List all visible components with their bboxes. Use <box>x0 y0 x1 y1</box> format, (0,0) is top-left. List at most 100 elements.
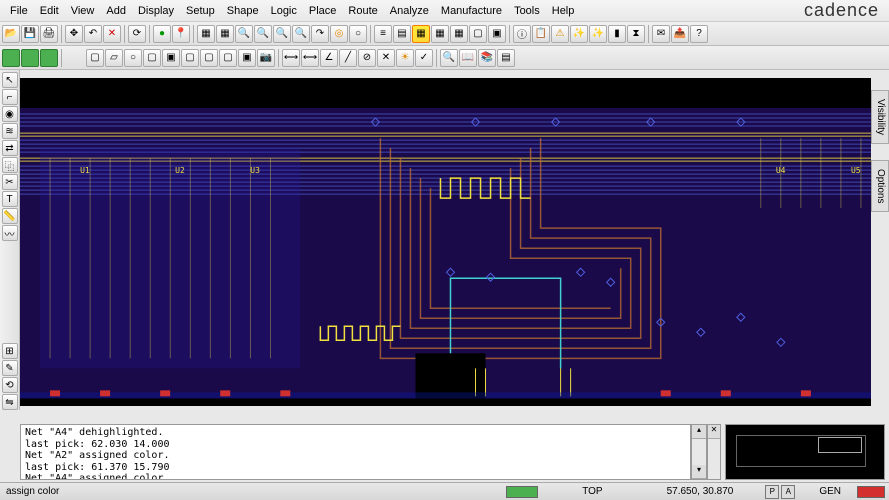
constraint-icon[interactable]: ▦ <box>450 25 468 43</box>
measure-icon[interactable]: 📏 <box>2 208 18 224</box>
world-view[interactable] <box>725 424 885 480</box>
line-icon[interactable]: ╱ <box>339 49 357 67</box>
grid2-icon[interactable]: ▦ <box>216 25 234 43</box>
status-drc-indicator[interactable] <box>857 486 885 498</box>
info-icon[interactable]: ⓘ <box>513 25 531 43</box>
snap-icon[interactable]: ⊞ <box>2 343 18 359</box>
mirror-icon[interactable]: ⇋ <box>2 394 18 410</box>
console-close[interactable]: ✕ <box>707 424 721 480</box>
net-icon[interactable]: ≋ <box>2 123 18 139</box>
circle-icon[interactable]: ○ <box>349 25 367 43</box>
book2-icon[interactable]: 📚 <box>478 49 496 67</box>
undo-icon[interactable]: ↶ <box>84 25 102 43</box>
redo-icon[interactable]: ↷ <box>311 25 329 43</box>
export-icon[interactable]: 📤 <box>671 25 689 43</box>
pcb-canvas[interactable]: U1U2U3 U4U5 <box>20 78 871 406</box>
menu-help[interactable]: Help <box>546 3 581 19</box>
highlight-icon[interactable]: ● <box>153 25 171 43</box>
wand-icon[interactable]: ✨ <box>570 25 588 43</box>
zoom-prev-icon[interactable]: 🔍 <box>292 25 310 43</box>
menu-add[interactable]: Add <box>100 3 132 19</box>
scroll-down-icon[interactable]: ▾ <box>692 465 706 479</box>
hourglass-icon[interactable]: ⧗ <box>627 25 645 43</box>
zoom-fit-icon[interactable]: 🔍 <box>235 25 253 43</box>
open-icon[interactable]: 📂 <box>2 25 20 43</box>
camera-icon[interactable]: 📷 <box>257 49 275 67</box>
grid-icon[interactable]: ▦ <box>197 25 215 43</box>
menu-display[interactable]: Display <box>132 3 180 19</box>
list-icon[interactable]: ≡ <box>374 25 392 43</box>
book-icon[interactable]: 📖 <box>459 49 477 67</box>
assign-color-icon[interactable]: ▦ <box>412 25 430 43</box>
scroll-up-icon[interactable]: ▴ <box>692 425 706 439</box>
search-icon[interactable]: 🔍 <box>440 49 458 67</box>
shape-fill3-icon[interactable] <box>40 49 58 67</box>
cross-icon[interactable]: ✕ <box>377 49 395 67</box>
menu-route[interactable]: Route <box>342 3 383 19</box>
menu-file[interactable]: File <box>4 3 34 19</box>
text-icon[interactable]: T <box>2 191 18 207</box>
rect-icon[interactable]: ▢ <box>86 49 104 67</box>
rect6-icon[interactable]: ▢ <box>219 49 237 67</box>
via-icon[interactable]: ◉ <box>2 106 18 122</box>
menu-analyze[interactable]: Analyze <box>384 3 435 19</box>
close-icon[interactable]: ✕ <box>708 425 720 439</box>
target-icon[interactable]: ◎ <box>330 25 348 43</box>
poly-icon[interactable]: ▱ <box>105 49 123 67</box>
rect7-icon[interactable]: ▣ <box>238 49 256 67</box>
rotate-icon[interactable]: ⟲ <box>2 377 18 393</box>
delete-icon[interactable]: ✂ <box>2 174 18 190</box>
menu-logic[interactable]: Logic <box>265 3 303 19</box>
status-layer[interactable]: TOP <box>542 486 642 497</box>
edit-icon[interactable]: ✎ <box>2 360 18 376</box>
status-p-button[interactable]: P <box>765 485 779 499</box>
slide-icon[interactable]: ⇄ <box>2 140 18 156</box>
menu-place[interactable]: Place <box>303 3 343 19</box>
save-icon[interactable]: 💾 <box>21 25 39 43</box>
help-icon[interactable]: ? <box>690 25 708 43</box>
rect2-icon[interactable]: ▢ <box>143 49 161 67</box>
zoom-in-icon[interactable]: 🔍 <box>254 25 272 43</box>
tab-visibility[interactable]: Visibility <box>871 90 889 144</box>
highlight2-icon[interactable]: ✨ <box>589 25 607 43</box>
noline-icon[interactable]: ⊘ <box>358 49 376 67</box>
mail-icon[interactable]: ✉ <box>652 25 670 43</box>
move-icon[interactable]: ✥ <box>65 25 83 43</box>
report-icon[interactable]: 📋 <box>532 25 550 43</box>
circle2-icon[interactable]: ○ <box>124 49 142 67</box>
print-icon[interactable]: 🖨 <box>40 25 58 43</box>
menu-tools[interactable]: Tools <box>508 3 546 19</box>
select-icon[interactable]: ↖ <box>2 72 18 88</box>
command-console[interactable]: Net "A4" dehighlighted. last pick: 62.03… <box>20 424 691 480</box>
shape-fill2-icon[interactable] <box>21 49 39 67</box>
rect3-icon[interactable]: ▣ <box>162 49 180 67</box>
menu-setup[interactable]: Setup <box>180 3 221 19</box>
cline-icon[interactable]: 〰 <box>2 225 18 241</box>
menu-shape[interactable]: Shape <box>221 3 265 19</box>
window2-icon[interactable]: ▣ <box>488 25 506 43</box>
dim-icon[interactable]: ⟷ <box>282 49 300 67</box>
console-scrollbar[interactable]: ▴ ▾ <box>691 424 707 480</box>
rect5-icon[interactable]: ▢ <box>200 49 218 67</box>
menu-view[interactable]: View <box>65 3 101 19</box>
pin-icon[interactable]: 📍 <box>172 25 190 43</box>
shape-fill-icon[interactable] <box>2 49 20 67</box>
zoom-out-icon[interactable]: 🔍 <box>273 25 291 43</box>
dim2-icon[interactable]: ⟷ <box>301 49 319 67</box>
stack-icon[interactable]: ▤ <box>497 49 515 67</box>
check-icon[interactable]: ✓ <box>415 49 433 67</box>
rats-icon[interactable]: ▤ <box>393 25 411 43</box>
copy-icon[interactable]: ⿻ <box>2 157 18 173</box>
window-icon[interactable]: ▢ <box>469 25 487 43</box>
menu-manufacture[interactable]: Manufacture <box>435 3 508 19</box>
sun-icon[interactable]: ☀ <box>396 49 414 67</box>
filter-icon[interactable]: ▮ <box>608 25 626 43</box>
tab-options[interactable]: Options <box>871 160 889 212</box>
refresh-icon[interactable]: ⟳ <box>128 25 146 43</box>
route-icon[interactable]: ⌐ <box>2 89 18 105</box>
status-color-swatch[interactable] <box>506 486 538 498</box>
menu-edit[interactable]: Edit <box>34 3 65 19</box>
angle-icon[interactable]: ∠ <box>320 49 338 67</box>
status-a-button[interactable]: A <box>781 485 795 499</box>
drc-icon[interactable]: ⚠ <box>551 25 569 43</box>
